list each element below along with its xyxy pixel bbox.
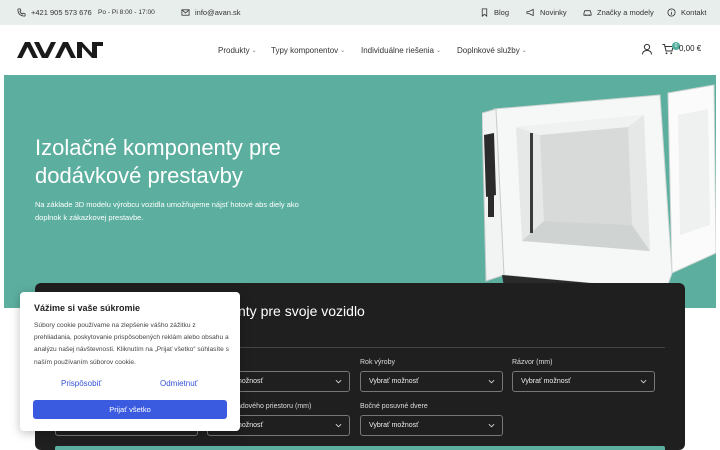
nav-item-component-types[interactable]: Typy komponentov ⌄ bbox=[271, 25, 345, 75]
nav-item-individual-solutions[interactable]: Individuálne riešenia ⌄ bbox=[361, 25, 441, 75]
select-wheelbase[interactable]: Vybrať možnosť bbox=[512, 371, 655, 392]
topbar-link-blog[interactable]: Blog bbox=[480, 0, 509, 25]
van-image bbox=[482, 84, 716, 301]
chevron-down-icon bbox=[335, 423, 342, 428]
hero-title: Izolačné komponenty pre dodávkové presta… bbox=[35, 135, 281, 188]
email-contact[interactable]: info@avan.sk bbox=[181, 0, 241, 25]
hero-banner: Izolačné komponenty pre dodávkové presta… bbox=[4, 75, 716, 308]
hero-subtitle: Na základe 3D modelu výrobcu vozidla umo… bbox=[35, 200, 299, 222]
nav-item-additional-services[interactable]: Doplnkové služby ⌄ bbox=[457, 25, 527, 75]
nav-label: Typy komponentov bbox=[271, 45, 339, 55]
select-year[interactable]: Vybrať možnosť bbox=[360, 371, 503, 392]
nav-label: Individuálne riešenia bbox=[361, 45, 434, 55]
info-icon bbox=[667, 8, 676, 17]
topbar-link-label: Značky a modely bbox=[597, 8, 654, 17]
nav-label: Produkty bbox=[218, 45, 250, 55]
chevron-down-icon: ⌄ bbox=[251, 47, 257, 54]
topbar-link-contact[interactable]: Kontakt bbox=[667, 0, 706, 25]
top-bar: +421 905 573 676 Po - Pi 8:00 - 17:00 in… bbox=[0, 0, 720, 25]
mail-icon bbox=[181, 9, 190, 16]
site-header: Produkty ⌄ Typy komponentov ⌄ Individuálne… bbox=[0, 25, 720, 75]
phone-number[interactable]: +421 905 573 676 bbox=[31, 8, 92, 17]
field-label-year: Rok výroby bbox=[360, 359, 396, 366]
chevron-down-icon bbox=[488, 423, 495, 428]
configurator-title: nty pre svoje vozidlo bbox=[238, 303, 365, 319]
select-value: Vybrať možnosť bbox=[369, 422, 419, 429]
phone-icon bbox=[17, 8, 26, 17]
chevron-down-icon: ⌄ bbox=[521, 47, 527, 54]
cookie-text: Súbory cookie používame na zlepšenie váš… bbox=[34, 322, 229, 366]
chevron-down-icon bbox=[335, 379, 342, 384]
chevron-down-icon bbox=[640, 379, 647, 384]
select-value: možnosť bbox=[236, 422, 264, 429]
field-label-wheelbase: Rázvor (mm) bbox=[512, 359, 553, 366]
field-label-cargo-space: adového priestoru (mm) bbox=[237, 403, 312, 410]
cart-total[interactable]: 0,00 € bbox=[679, 44, 701, 53]
bookmark-icon bbox=[481, 8, 488, 17]
reject-button[interactable]: Odmietnuť bbox=[160, 379, 198, 388]
nav-item-products[interactable]: Produkty ⌄ bbox=[218, 25, 257, 75]
configurator-submit-bar[interactable] bbox=[55, 446, 665, 450]
cookie-consent-modal: Vážime si vaše súkromie Súbory cookie po… bbox=[20, 292, 240, 431]
chevron-down-icon: ⌄ bbox=[435, 47, 441, 54]
topbar-link-brands[interactable]: Značky a modely bbox=[583, 0, 654, 25]
select-value: Vybrať možnosť bbox=[521, 378, 571, 385]
select-value: možnosť bbox=[236, 378, 264, 385]
select-sliding-doors[interactable]: Vybrať možnosť bbox=[360, 415, 503, 436]
select-value: Vybrať možnosť bbox=[369, 378, 419, 385]
avan-logo[interactable] bbox=[17, 42, 103, 58]
customize-button[interactable]: Prispôsobiť bbox=[61, 379, 101, 388]
nav-label: Doplnkové služby bbox=[457, 45, 520, 55]
email-address[interactable]: info@avan.sk bbox=[195, 8, 241, 17]
car-icon bbox=[583, 10, 592, 16]
topbar-link-label: Blog bbox=[494, 8, 510, 17]
megaphone-icon bbox=[526, 8, 534, 17]
chevron-down-icon bbox=[488, 379, 495, 384]
accept-all-button[interactable]: Prijať všetko bbox=[33, 400, 227, 419]
opening-hours: Po - Pi 8:00 - 17:00 bbox=[98, 9, 155, 16]
topbar-link-news[interactable]: Novinky bbox=[526, 0, 567, 25]
topbar-link-label: Kontakt bbox=[681, 8, 707, 17]
phone-contact[interactable]: +421 905 573 676 bbox=[17, 0, 92, 25]
cookie-title: Vážime si vaše súkromie bbox=[34, 303, 141, 313]
topbar-link-label: Novinky bbox=[540, 8, 567, 17]
field-label-sliding-doors: Bočné posuvné dvere bbox=[360, 403, 428, 410]
user-icon[interactable] bbox=[641, 43, 653, 55]
chevron-down-icon: ⌄ bbox=[340, 47, 346, 54]
